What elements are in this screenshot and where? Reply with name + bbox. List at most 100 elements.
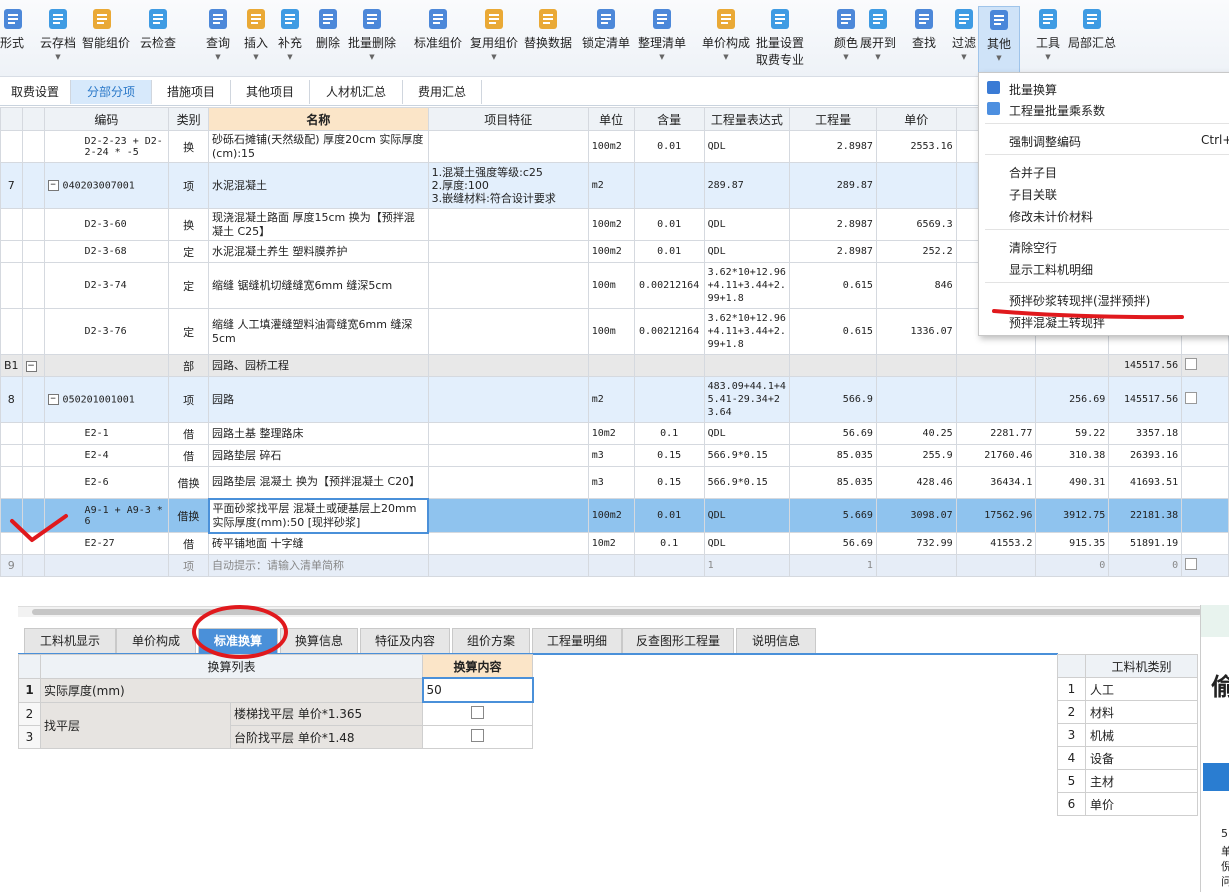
tab-price-scheme[interactable]: 组价方案 <box>452 628 530 653</box>
table-row[interactable]: E2-6 借换 园路垫层 混凝土 换为【预拌混凝土 C20】 m3 0.15 566.9*… <box>0 466 1229 499</box>
name-cell[interactable]: 园路 <box>208 376 429 423</box>
expr-cell[interactable]: QDL <box>703 422 791 445</box>
unit-header[interactable]: 单位 <box>587 107 635 131</box>
toolbar-button[interactable]: 查找 <box>904 6 944 72</box>
expr-cell[interactable]: QDL <box>703 532 791 555</box>
scroll-thumb[interactable] <box>32 609 1202 615</box>
menu-premix-mortar[interactable]: 预拌砂浆转现拌(湿拌预拌) <box>1009 292 1150 309</box>
tab-labor-material-summary[interactable]: 人材机汇总 <box>310 80 403 104</box>
name-cell[interactable]: 平面砂浆找平层 混凝土或硬基层上20mm 实际厚度(mm):50 [现拌砂浆] <box>207 497 430 534</box>
toolbar-button[interactable]: 其他 ▼ <box>978 6 1020 74</box>
toolbar-button[interactable]: 形式 <box>0 6 24 72</box>
feature-cell[interactable] <box>427 354 589 377</box>
tab-standard-conversion[interactable]: 标准换算 <box>198 628 278 653</box>
row-checkbox[interactable] <box>1185 358 1198 370</box>
feature-cell[interactable] <box>427 422 589 445</box>
table-row[interactable]: A9-1 + A9-3 * 6 借换 平面砂浆找平层 混凝土或硬基层上20mm 实际… <box>0 497 1229 534</box>
tab-features[interactable]: 特征及内容 <box>360 628 450 653</box>
tab-conversion-info[interactable]: 换算信息 <box>280 628 358 653</box>
toolbar-button[interactable]: 复用组价 ▼ <box>466 6 522 72</box>
toolbar-button[interactable]: 展开到 ▼ <box>858 6 898 72</box>
feature-cell[interactable] <box>427 498 589 533</box>
toolbar-button[interactable]: 云存档 ▼ <box>38 6 78 72</box>
menu-merge-sub[interactable]: 合并子目 <box>1009 164 1057 181</box>
ad-panel[interactable]: 偷 5 单 倪 问 <box>1200 605 1229 892</box>
table-row[interactable]: E2-27 借砖平铺地面 十字缝 10m2 0.1 QDL 56.69 732.99 4155… <box>0 532 1229 555</box>
expr-cell[interactable]: 566.9*0.15 <box>703 444 791 467</box>
feature-cell[interactable] <box>427 554 589 577</box>
stairs-checkbox[interactable] <box>471 706 484 719</box>
menu-premix-concrete[interactable]: 预拌混凝土转现拌 <box>1009 314 1105 331</box>
toolbar-button[interactable]: 查询 ▼ <box>198 6 238 72</box>
name-cell[interactable]: 园路垫层 碎石 <box>208 444 429 467</box>
name-cell[interactable]: 砂砾石摊铺(天然级配) 厚度20cm 实际厚度(cm):15 <box>208 130 429 163</box>
toolbar-button[interactable]: 批量设置 取费专业 <box>752 6 808 72</box>
name-cell[interactable]: 缩缝 人工填灌缝塑料油膏缝宽6mm 缝深5cm <box>208 308 429 355</box>
expr-cell[interactable] <box>703 354 791 377</box>
side-item[interactable]: 单价 <box>1085 792 1198 816</box>
name-cell[interactable]: 园路、园桥工程 <box>208 354 429 377</box>
name-cell[interactable]: 砖平铺地面 十字缝 <box>208 532 429 555</box>
table-row[interactable]: E2-4 借园路垫层 碎石 m3 0.15 566.9*0.15 85.035 255.9 2… <box>0 444 1229 467</box>
expr-cell[interactable]: 483.09+44.1+45.41-29.34+23.64 <box>703 376 791 423</box>
collapse-icon[interactable]: − <box>47 393 59 405</box>
expr-cell[interactable]: 3.62*10+12.96+4.11+3.44+2.99+1.8 <box>703 308 791 355</box>
side-item[interactable]: 机械 <box>1085 723 1198 747</box>
type-header[interactable]: 类别 <box>168 107 209 131</box>
toolbar-button[interactable]: 标准组价 <box>410 6 466 72</box>
row-checkbox[interactable] <box>1185 392 1198 404</box>
expr-cell[interactable]: 289.87 <box>703 162 791 209</box>
table-row[interactable]: B1− 部园路、园桥工程 145517.56 <box>0 354 1229 377</box>
feature-cell[interactable] <box>427 532 589 555</box>
expr-cell[interactable]: 1 <box>703 554 791 577</box>
menu-sub-link[interactable]: 子目关联 <box>1009 186 1057 203</box>
stairs-checkbox-cell[interactable] <box>422 701 533 726</box>
tab-other-items[interactable]: 其他项目 <box>231 80 310 104</box>
toolbar-button[interactable]: 删除 <box>308 6 348 72</box>
feature-cell[interactable] <box>427 208 589 241</box>
toolbar-button[interactable]: 智能组价 <box>82 6 130 72</box>
toolbar-button[interactable]: 锁定清单 <box>578 6 634 72</box>
menu-clear-empty[interactable]: 清除空行 <box>1009 239 1057 256</box>
toolbar-button[interactable]: 单价构成 ▼ <box>698 6 754 72</box>
side-item[interactable]: 设备 <box>1085 746 1198 770</box>
table-row[interactable]: E2-1 借园路土基 整理路床 10m2 0.1 QDL 56.69 40.25 2281.7… <box>0 422 1229 445</box>
tab-quantity-detail[interactable]: 工程量明细 <box>532 628 622 653</box>
row-checkbox[interactable] <box>1185 558 1198 570</box>
name-cell[interactable]: 现浇混凝土路面 厚度15cm 换为【预拌混凝土 C25】 <box>208 208 429 241</box>
toolbar-button[interactable]: 局部汇总 <box>1064 6 1120 72</box>
tab-description[interactable]: 说明信息 <box>736 628 816 653</box>
tab-measures[interactable]: 措施项目 <box>152 80 231 104</box>
name-cell[interactable]: 自动提示：请输入清单简称 <box>208 554 429 577</box>
name-cell[interactable]: 水泥混凝土养生 塑料膜养护 <box>208 240 429 263</box>
ratio-header[interactable]: 含量 <box>633 107 705 131</box>
side-item[interactable]: 材料 <box>1085 700 1198 724</box>
menu-edit-material[interactable]: 修改未计价材料 <box>1009 208 1093 225</box>
toolbar-button[interactable]: 云检查 <box>138 6 178 72</box>
expr-cell[interactable]: QDL <box>703 208 791 241</box>
expr-cell[interactable]: 566.9*0.15 <box>703 466 791 499</box>
steps-checkbox[interactable] <box>471 729 484 742</box>
collapse-icon[interactable]: − <box>25 360 37 372</box>
tab-labor-material-display[interactable]: 工料机显示 <box>24 628 116 653</box>
menu-batch-multiply[interactable]: 工程量批量乘系数 <box>1009 102 1105 119</box>
feature-cell[interactable] <box>427 240 589 263</box>
tab-reverse-graphics[interactable]: 反查图形工程量 <box>622 628 734 653</box>
menu-show-detail[interactable]: 显示工料机明细 <box>1009 261 1093 278</box>
toolbar-button[interactable]: 替换数据 <box>520 6 576 72</box>
tab-unit-price-composition[interactable]: 单价构成 <box>116 628 196 653</box>
name-cell[interactable]: 水泥混凝土 <box>208 162 429 209</box>
feature-cell[interactable] <box>427 130 589 163</box>
toolbar-button[interactable]: 工具 ▼ <box>1028 6 1068 72</box>
expr-cell[interactable]: QDL <box>703 240 791 263</box>
feature-cell[interactable] <box>427 262 589 309</box>
collapse-icon[interactable]: − <box>47 179 59 191</box>
name-header[interactable]: 名称 <box>208 107 429 131</box>
name-cell[interactable]: 园路垫层 混凝土 换为【预拌混凝土 C20】 <box>208 466 429 499</box>
table-row[interactable]: 8−050201001001 项园路 m2 483.09+44.1+45.41-29.… <box>0 376 1229 423</box>
expr-header[interactable]: 工程量表达式 <box>703 107 791 131</box>
side-item[interactable]: 人工 <box>1085 677 1198 701</box>
feature-cell[interactable] <box>427 444 589 467</box>
menu-force-code[interactable]: 强制调整编码 <box>1009 133 1081 150</box>
expr-cell[interactable]: QDL <box>703 498 791 533</box>
